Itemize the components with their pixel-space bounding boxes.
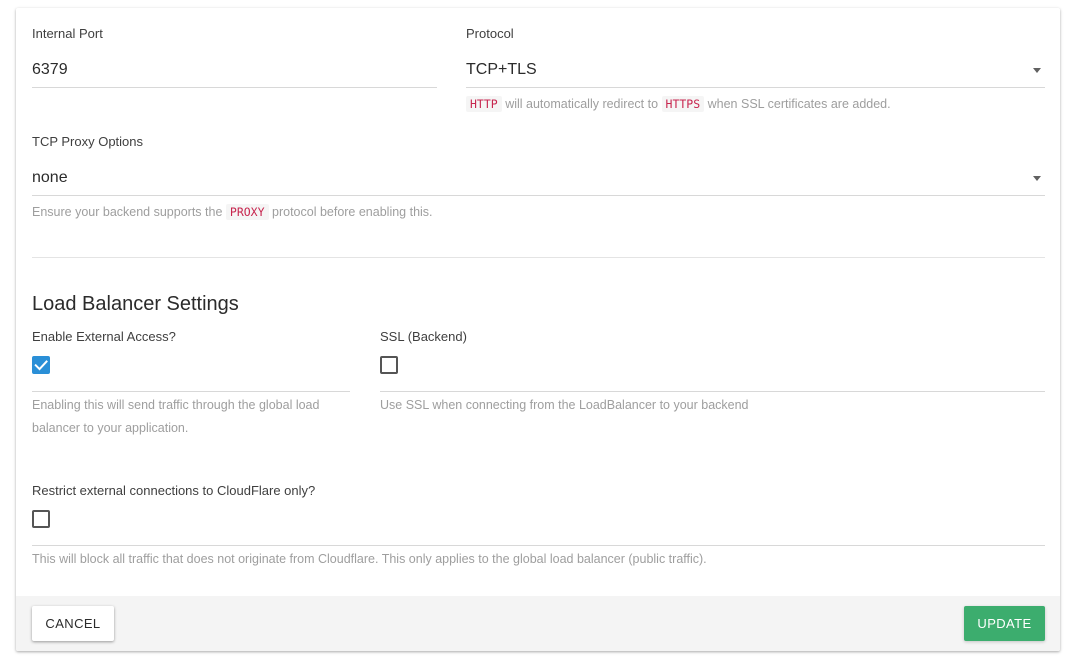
tcp-proxy-value: none [32,169,68,186]
chevron-down-icon [1033,176,1041,181]
cloudflare-hint: This will block all traffic that does no… [32,552,707,566]
internal-port-value: 6379 [32,61,68,78]
tcp-proxy-underline [32,195,1045,196]
cancel-button[interactable]: Cancel [32,606,114,641]
settings-card: Internal Port 6379 Protocol TCP+TLS HTTP… [16,8,1060,651]
ssl-backend-underline [380,391,1045,392]
tcp-proxy-hint-end: protocol before enabling this. [272,205,433,219]
protocol-hint: HTTP will automatically redirect to HTTP… [466,93,891,116]
section-divider [32,257,1045,258]
external-access-checkbox[interactable] [32,356,50,374]
external-access-hint-line2: balancer to your application. [32,421,189,435]
http-code: HTTP [466,96,502,112]
update-button[interactable]: Update [964,606,1045,641]
chevron-down-icon [1033,68,1041,73]
internal-port-label: Internal Port [32,26,103,41]
dialog-footer: Cancel Update [16,596,1060,651]
protocol-hint-mid: will automatically redirect to [505,97,659,111]
tcp-proxy-label: TCP Proxy Options [32,134,144,149]
cloudflare-checkbox[interactable] [32,510,50,528]
external-access-label: Enable External Access? [32,329,176,344]
protocol-hint-end: when SSL certificates are added. [707,97,891,111]
external-access-hint: Enabling this will send traffic through … [32,394,319,440]
external-access-underline [32,391,350,392]
proxy-code: PROXY [225,204,269,220]
ssl-backend-checkbox[interactable] [380,356,398,374]
checkmark-icon [34,360,48,371]
internal-port-input[interactable]: 6379 [32,56,437,88]
protocol-select[interactable]: TCP+TLS [466,56,1045,88]
https-code: HTTPS [661,96,705,112]
protocol-value: TCP+TLS [466,61,537,78]
ssl-backend-label: SSL (Backend) [380,329,467,344]
protocol-label: Protocol [466,26,514,41]
internal-port-underline [32,87,437,88]
tcp-proxy-hint: Ensure your backend supports the PROXY p… [32,201,433,224]
cloudflare-underline [32,545,1045,546]
ssl-backend-hint: Use SSL when connecting from the LoadBal… [380,398,749,412]
cloudflare-label: Restrict external connections to CloudFl… [32,483,316,498]
load-balancer-title: Load Balancer Settings [32,293,239,315]
protocol-underline [466,87,1045,88]
tcp-proxy-hint-start: Ensure your backend supports the [32,205,223,219]
external-access-hint-line1: Enabling this will send traffic through … [32,398,320,412]
tcp-proxy-select[interactable]: none [32,164,1045,196]
